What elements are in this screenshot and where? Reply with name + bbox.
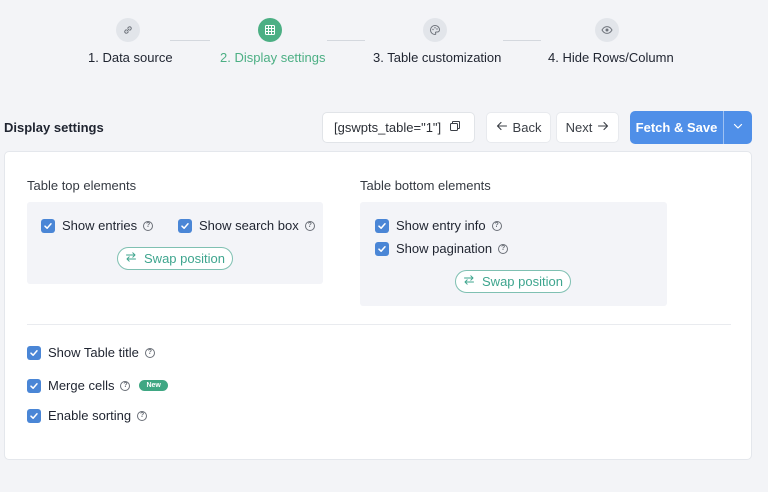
arrow-right-icon: [597, 120, 609, 135]
swap-position-button[interactable]: Swap position: [455, 270, 571, 293]
step-connector: [170, 40, 210, 41]
swap-icon: [463, 274, 475, 289]
back-button[interactable]: Back: [486, 112, 551, 143]
option-show-table-title: Show Table title ?: [27, 345, 155, 360]
step-hide-rows-column[interactable]: 4. Hide Rows/Column: [548, 18, 674, 65]
checkbox[interactable]: [27, 408, 41, 423]
checkbox[interactable]: [178, 218, 192, 233]
help-icon[interactable]: ?: [304, 220, 315, 231]
step-label: 3. Table customization: [373, 50, 502, 65]
link-icon: [116, 18, 140, 42]
next-button[interactable]: Next: [556, 112, 619, 143]
step-label: 2. Display settings: [220, 50, 326, 65]
option-show-search-box: Show search box ?: [178, 218, 315, 233]
swap-position-button[interactable]: Swap position: [117, 247, 233, 270]
option-merge-cells: Merge cells ? New: [27, 378, 168, 393]
copy-icon[interactable]: [449, 120, 461, 135]
step-label: 4. Hide Rows/Column: [548, 50, 674, 65]
arrow-left-icon: [496, 120, 508, 135]
help-icon[interactable]: ?: [137, 410, 148, 421]
grid-icon: [258, 18, 282, 42]
option-show-entries: Show entries ?: [41, 218, 154, 233]
display-settings-panel: Table top elements Show entries ? Show s…: [4, 151, 752, 460]
new-badge: New: [139, 380, 168, 391]
shortcode-field[interactable]: [gswpts_table="1"]: [322, 112, 475, 143]
option-label: Show search box: [199, 218, 299, 233]
help-icon[interactable]: ?: [144, 347, 155, 358]
shortcode-text: [gswpts_table="1"]: [334, 120, 442, 135]
page-title: Display settings: [4, 120, 104, 135]
option-label: Enable sorting: [48, 408, 132, 423]
checkbox[interactable]: [375, 241, 389, 256]
option-label: Show pagination: [396, 241, 493, 256]
step-display-settings[interactable]: 2. Display settings: [220, 18, 326, 65]
fetch-save-button[interactable]: Fetch & Save: [630, 111, 724, 144]
help-icon[interactable]: ?: [120, 380, 131, 391]
step-data-source[interactable]: 1. Data source: [88, 18, 173, 65]
option-label: Show entry info: [396, 218, 486, 233]
checkbox[interactable]: [375, 218, 389, 233]
option-label: Show entries: [62, 218, 138, 233]
divider: [27, 324, 731, 325]
checkbox[interactable]: [41, 218, 55, 233]
option-enable-sorting: Enable sorting ?: [27, 408, 148, 423]
option-label: Show Table title: [48, 345, 139, 360]
checkbox[interactable]: [27, 378, 41, 393]
step-connector: [503, 40, 541, 41]
palette-icon: [423, 18, 447, 42]
next-label: Next: [565, 120, 593, 135]
top-elements-box: Show entries ? Show search box ? Swap po…: [27, 202, 323, 284]
step-table-customization[interactable]: 3. Table customization: [373, 18, 502, 65]
swap-icon: [125, 251, 137, 266]
fetch-options-dropdown[interactable]: [724, 111, 752, 144]
step-connector: [327, 40, 365, 41]
fetch-save-split-button: Fetch & Save: [630, 111, 752, 144]
help-icon[interactable]: ?: [498, 243, 509, 254]
checkbox[interactable]: [27, 345, 41, 360]
option-label: Merge cells: [48, 378, 115, 393]
option-show-entry-info: Show entry info ?: [375, 218, 502, 233]
swap-label: Swap position: [144, 251, 225, 266]
chevron-down-icon: [732, 120, 744, 135]
bottom-elements-title: Table bottom elements: [360, 178, 491, 193]
help-icon[interactable]: ?: [491, 220, 502, 231]
top-elements-title: Table top elements: [27, 178, 137, 193]
bottom-elements-box: Show entry info ? Show pagination ? Swap…: [360, 202, 667, 306]
swap-label: Swap position: [482, 274, 563, 289]
back-label: Back: [512, 120, 542, 135]
eye-icon: [595, 18, 619, 42]
help-icon[interactable]: ?: [143, 220, 154, 231]
stepper: 1. Data source 2. Display settings 3. Ta…: [0, 18, 768, 68]
option-show-pagination: Show pagination ?: [375, 241, 509, 256]
step-label: 1. Data source: [88, 50, 173, 65]
